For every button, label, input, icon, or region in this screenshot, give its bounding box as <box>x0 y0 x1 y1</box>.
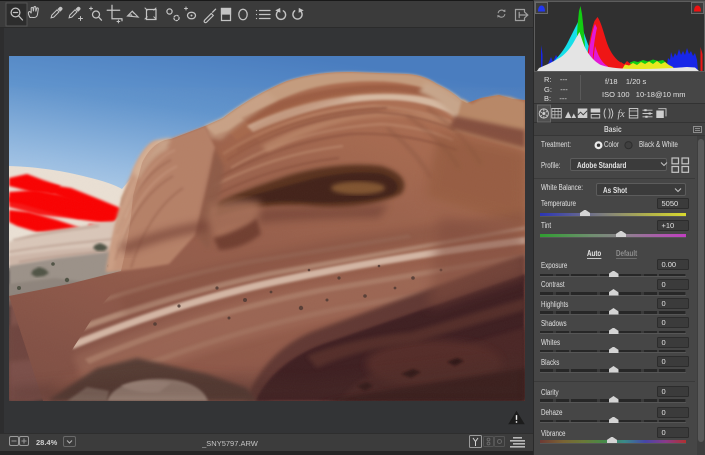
svg-text:fx: fx <box>618 109 626 120</box>
